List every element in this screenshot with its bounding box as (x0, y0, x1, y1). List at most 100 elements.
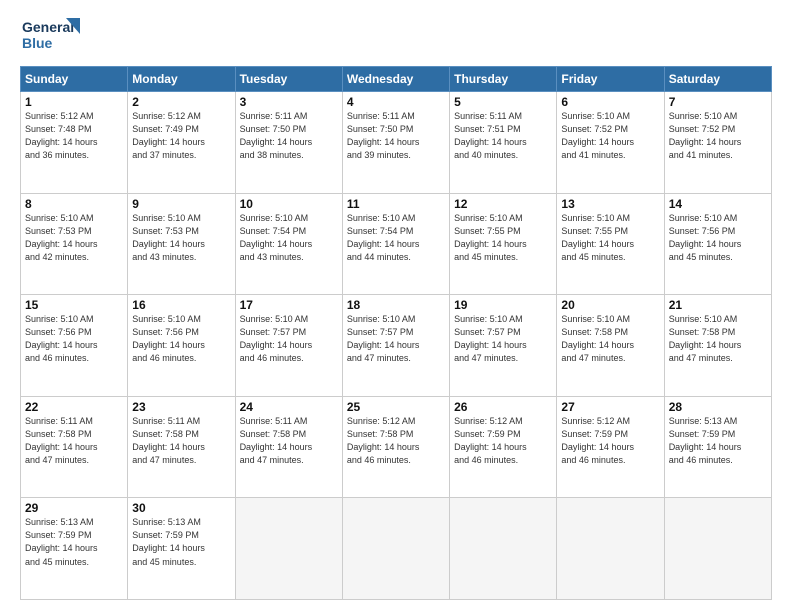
day-info: Sunrise: 5:10 AMSunset: 7:57 PMDaylight:… (454, 313, 552, 365)
day-info: Sunrise: 5:12 AMSunset: 7:58 PMDaylight:… (347, 415, 445, 467)
calendar-cell: 28 Sunrise: 5:13 AMSunset: 7:59 PMDaylig… (664, 396, 771, 498)
calendar-cell: 24 Sunrise: 5:11 AMSunset: 7:58 PMDaylig… (235, 396, 342, 498)
day-info: Sunrise: 5:10 AMSunset: 7:54 PMDaylight:… (347, 212, 445, 264)
calendar-cell: 17 Sunrise: 5:10 AMSunset: 7:57 PMDaylig… (235, 295, 342, 397)
day-info: Sunrise: 5:11 AMSunset: 7:50 PMDaylight:… (347, 110, 445, 162)
day-header-wednesday: Wednesday (342, 67, 449, 92)
day-header-sunday: Sunday (21, 67, 128, 92)
day-info: Sunrise: 5:10 AMSunset: 7:58 PMDaylight:… (561, 313, 659, 365)
day-info: Sunrise: 5:10 AMSunset: 7:56 PMDaylight:… (25, 313, 123, 365)
day-number: 15 (25, 298, 123, 312)
calendar-cell: 16 Sunrise: 5:10 AMSunset: 7:56 PMDaylig… (128, 295, 235, 397)
calendar-cell: 2 Sunrise: 5:12 AMSunset: 7:49 PMDayligh… (128, 92, 235, 194)
day-info: Sunrise: 5:10 AMSunset: 7:55 PMDaylight:… (561, 212, 659, 264)
calendar-cell: 8 Sunrise: 5:10 AMSunset: 7:53 PMDayligh… (21, 193, 128, 295)
calendar-cell: 15 Sunrise: 5:10 AMSunset: 7:56 PMDaylig… (21, 295, 128, 397)
day-number: 13 (561, 197, 659, 211)
day-info: Sunrise: 5:11 AMSunset: 7:58 PMDaylight:… (240, 415, 338, 467)
day-info: Sunrise: 5:10 AMSunset: 7:53 PMDaylight:… (25, 212, 123, 264)
day-info: Sunrise: 5:11 AMSunset: 7:51 PMDaylight:… (454, 110, 552, 162)
day-info: Sunrise: 5:10 AMSunset: 7:56 PMDaylight:… (669, 212, 767, 264)
day-info: Sunrise: 5:12 AMSunset: 7:59 PMDaylight:… (454, 415, 552, 467)
day-number: 29 (25, 501, 123, 515)
calendar-cell: 22 Sunrise: 5:11 AMSunset: 7:58 PMDaylig… (21, 396, 128, 498)
day-info: Sunrise: 5:10 AMSunset: 7:57 PMDaylight:… (240, 313, 338, 365)
day-info: Sunrise: 5:11 AMSunset: 7:58 PMDaylight:… (25, 415, 123, 467)
day-info: Sunrise: 5:13 AMSunset: 7:59 PMDaylight:… (25, 516, 123, 568)
calendar-cell (235, 498, 342, 600)
day-info: Sunrise: 5:10 AMSunset: 7:56 PMDaylight:… (132, 313, 230, 365)
calendar-cell: 4 Sunrise: 5:11 AMSunset: 7:50 PMDayligh… (342, 92, 449, 194)
calendar-cell: 9 Sunrise: 5:10 AMSunset: 7:53 PMDayligh… (128, 193, 235, 295)
day-number: 7 (669, 95, 767, 109)
calendar-cell: 11 Sunrise: 5:10 AMSunset: 7:54 PMDaylig… (342, 193, 449, 295)
day-number: 21 (669, 298, 767, 312)
day-header-saturday: Saturday (664, 67, 771, 92)
day-number: 10 (240, 197, 338, 211)
calendar-row: 8 Sunrise: 5:10 AMSunset: 7:53 PMDayligh… (21, 193, 772, 295)
logo-icon: GeneralBlue (20, 16, 84, 56)
calendar-cell: 23 Sunrise: 5:11 AMSunset: 7:58 PMDaylig… (128, 396, 235, 498)
calendar-cell: 18 Sunrise: 5:10 AMSunset: 7:57 PMDaylig… (342, 295, 449, 397)
day-number: 5 (454, 95, 552, 109)
logo: GeneralBlue (20, 16, 88, 56)
day-info: Sunrise: 5:12 AMSunset: 7:49 PMDaylight:… (132, 110, 230, 162)
day-number: 16 (132, 298, 230, 312)
day-number: 17 (240, 298, 338, 312)
calendar-cell: 19 Sunrise: 5:10 AMSunset: 7:57 PMDaylig… (450, 295, 557, 397)
calendar-cell (557, 498, 664, 600)
day-info: Sunrise: 5:13 AMSunset: 7:59 PMDaylight:… (669, 415, 767, 467)
calendar-cell (342, 498, 449, 600)
calendar-cell: 14 Sunrise: 5:10 AMSunset: 7:56 PMDaylig… (664, 193, 771, 295)
day-info: Sunrise: 5:12 AMSunset: 7:48 PMDaylight:… (25, 110, 123, 162)
day-number: 28 (669, 400, 767, 414)
calendar-cell: 3 Sunrise: 5:11 AMSunset: 7:50 PMDayligh… (235, 92, 342, 194)
day-number: 8 (25, 197, 123, 211)
svg-text:General: General (22, 19, 74, 35)
svg-text:Blue: Blue (22, 35, 53, 51)
day-info: Sunrise: 5:10 AMSunset: 7:54 PMDaylight:… (240, 212, 338, 264)
calendar-cell: 21 Sunrise: 5:10 AMSunset: 7:58 PMDaylig… (664, 295, 771, 397)
day-number: 22 (25, 400, 123, 414)
day-number: 19 (454, 298, 552, 312)
day-number: 26 (454, 400, 552, 414)
calendar-table: SundayMondayTuesdayWednesdayThursdayFrid… (20, 66, 772, 600)
day-number: 14 (669, 197, 767, 211)
calendar-cell: 6 Sunrise: 5:10 AMSunset: 7:52 PMDayligh… (557, 92, 664, 194)
day-info: Sunrise: 5:11 AMSunset: 7:50 PMDaylight:… (240, 110, 338, 162)
day-number: 4 (347, 95, 445, 109)
day-info: Sunrise: 5:10 AMSunset: 7:52 PMDaylight:… (561, 110, 659, 162)
calendar-cell (664, 498, 771, 600)
day-number: 12 (454, 197, 552, 211)
calendar-cell: 10 Sunrise: 5:10 AMSunset: 7:54 PMDaylig… (235, 193, 342, 295)
day-number: 2 (132, 95, 230, 109)
header: GeneralBlue (20, 16, 772, 56)
day-number: 6 (561, 95, 659, 109)
calendar-cell: 26 Sunrise: 5:12 AMSunset: 7:59 PMDaylig… (450, 396, 557, 498)
day-number: 24 (240, 400, 338, 414)
day-info: Sunrise: 5:10 AMSunset: 7:55 PMDaylight:… (454, 212, 552, 264)
calendar-cell: 27 Sunrise: 5:12 AMSunset: 7:59 PMDaylig… (557, 396, 664, 498)
day-info: Sunrise: 5:13 AMSunset: 7:59 PMDaylight:… (132, 516, 230, 568)
calendar-cell: 29 Sunrise: 5:13 AMSunset: 7:59 PMDaylig… (21, 498, 128, 600)
calendar-cell (450, 498, 557, 600)
day-info: Sunrise: 5:11 AMSunset: 7:58 PMDaylight:… (132, 415, 230, 467)
day-info: Sunrise: 5:10 AMSunset: 7:53 PMDaylight:… (132, 212, 230, 264)
day-number: 25 (347, 400, 445, 414)
day-info: Sunrise: 5:10 AMSunset: 7:58 PMDaylight:… (669, 313, 767, 365)
calendar-header-row: SundayMondayTuesdayWednesdayThursdayFrid… (21, 67, 772, 92)
day-number: 27 (561, 400, 659, 414)
day-number: 1 (25, 95, 123, 109)
day-info: Sunrise: 5:10 AMSunset: 7:57 PMDaylight:… (347, 313, 445, 365)
calendar-row: 29 Sunrise: 5:13 AMSunset: 7:59 PMDaylig… (21, 498, 772, 600)
day-number: 11 (347, 197, 445, 211)
calendar-cell: 12 Sunrise: 5:10 AMSunset: 7:55 PMDaylig… (450, 193, 557, 295)
calendar-cell: 30 Sunrise: 5:13 AMSunset: 7:59 PMDaylig… (128, 498, 235, 600)
day-number: 3 (240, 95, 338, 109)
day-header-thursday: Thursday (450, 67, 557, 92)
calendar-cell: 13 Sunrise: 5:10 AMSunset: 7:55 PMDaylig… (557, 193, 664, 295)
calendar-cell: 20 Sunrise: 5:10 AMSunset: 7:58 PMDaylig… (557, 295, 664, 397)
calendar-cell: 5 Sunrise: 5:11 AMSunset: 7:51 PMDayligh… (450, 92, 557, 194)
calendar-cell: 7 Sunrise: 5:10 AMSunset: 7:52 PMDayligh… (664, 92, 771, 194)
calendar-row: 22 Sunrise: 5:11 AMSunset: 7:58 PMDaylig… (21, 396, 772, 498)
